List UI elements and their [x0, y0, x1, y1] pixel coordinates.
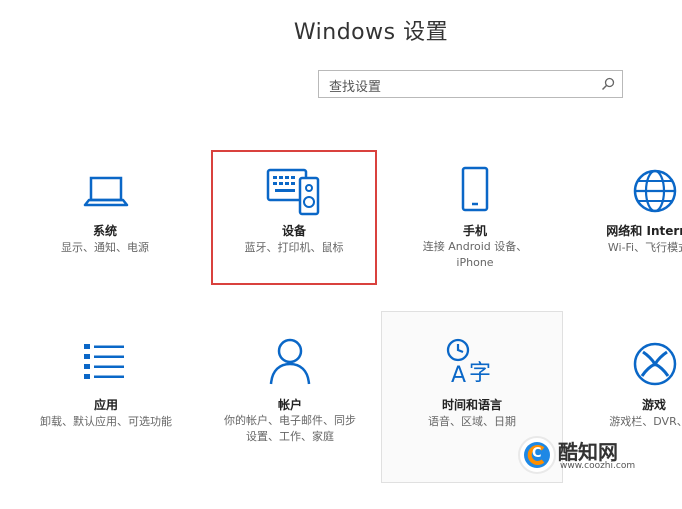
tile-gaming-desc: 游戏栏、DVR、广	[609, 415, 682, 428]
tile-apps[interactable]: 应用 卸载、默认应用、可选功能	[30, 320, 182, 450]
watermark: C 酷知网 www.coozhi.com	[518, 436, 668, 476]
apps-list-icon	[84, 344, 124, 379]
watermark-logo-letter: C	[532, 446, 542, 461]
tile-apps-name: 应用	[93, 398, 118, 412]
tile-network-desc: Wi-Fi、飞行模式、	[607, 241, 682, 254]
tile-accounts-desc-line1: 你的帐户、电子邮件、同步	[224, 414, 356, 427]
svg-text:字: 字	[469, 361, 491, 386]
tile-accounts-desc-line2: 设置、工作、家庭	[246, 430, 334, 443]
tile-phone-name: 手机	[462, 224, 487, 238]
tile-apps-desc: 卸载、默认应用、可选功能	[40, 415, 172, 428]
xbox-icon	[633, 342, 677, 386]
watermark-url: www.coozhi.com	[560, 461, 636, 471]
tile-time-language-desc: 语音、区域、日期	[428, 415, 516, 428]
tile-system-name: 系统	[92, 224, 117, 238]
tile-network[interactable]: 网络和 Internet Wi-Fi、飞行模式、	[577, 150, 682, 280]
person-icon	[269, 338, 311, 385]
tile-gaming[interactable]: 游戏 游戏栏、DVR、广	[577, 320, 682, 450]
tile-phone[interactable]: 手机 连接 Android 设备、 iPhone	[395, 150, 555, 280]
tile-phone-desc-line2: iPhone	[456, 256, 494, 269]
watermark-logo: C	[518, 436, 556, 474]
search-icon[interactable]	[600, 76, 616, 92]
laptop-icon	[83, 176, 129, 207]
globe-icon	[633, 169, 677, 213]
tile-devices-desc: 蓝牙、打印机、鼠标	[244, 241, 344, 254]
tile-gaming-name: 游戏	[641, 398, 666, 412]
tile-devices[interactable]: 设备 蓝牙、打印机、鼠标	[211, 150, 377, 285]
tile-devices-name: 设备	[281, 224, 306, 238]
devices-icon	[266, 168, 320, 216]
svg-text:A: A	[451, 363, 466, 388]
tile-time-language-name: 时间和语言	[441, 398, 502, 412]
tile-accounts[interactable]: 帐户 你的帐户、电子邮件、同步 设置、工作、家庭	[208, 320, 372, 450]
time-language-icon: A 字	[446, 338, 491, 388]
search-box[interactable]: 查找设置	[318, 70, 623, 98]
tile-network-name: 网络和 Internet	[606, 224, 682, 238]
tile-time-language[interactable]: A 字 时间和语言 语音、区域、日期	[395, 320, 549, 450]
search-input[interactable]: 查找设置	[329, 76, 381, 95]
tile-system[interactable]: 系统 显示、通知、电源	[30, 150, 180, 280]
window-title: Windows 设置	[293, 20, 449, 45]
phone-icon	[461, 166, 489, 212]
tile-phone-desc-line1: 连接 Android 设备、	[422, 240, 528, 253]
tile-system-desc: 显示、通知、电源	[61, 241, 149, 254]
tile-accounts-name: 帐户	[277, 398, 302, 412]
